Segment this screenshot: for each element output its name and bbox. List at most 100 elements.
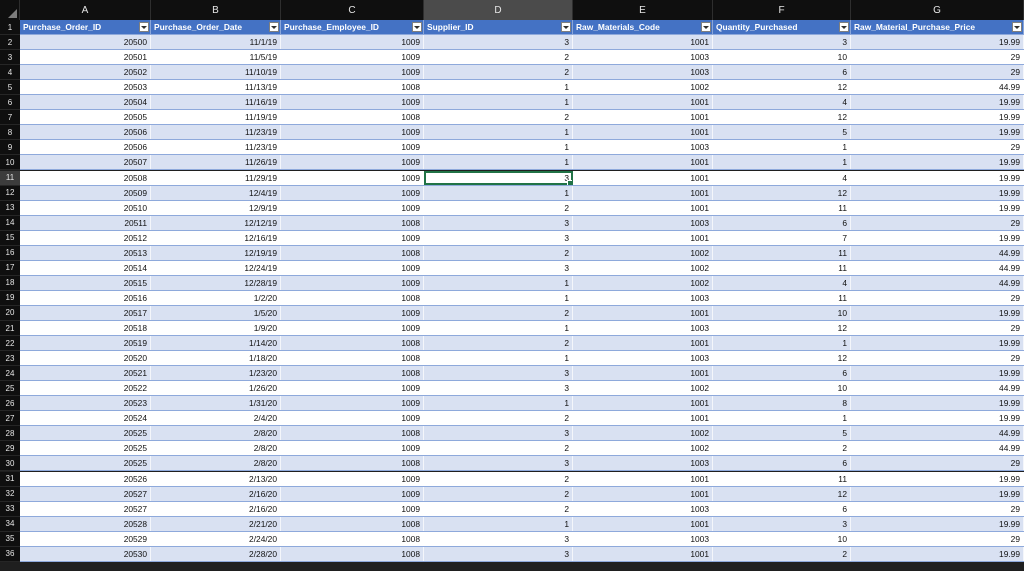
table-cell[interactable]: 29 [851,456,1024,471]
table-cell[interactable]: 1002 [573,381,713,396]
header-cell[interactable]: Supplier_ID [424,20,573,35]
row-number[interactable]: 30 [0,456,20,472]
row-number[interactable]: 17 [0,260,20,276]
table-cell[interactable]: 19.99 [851,185,1024,200]
table-cell[interactable]: 1003 [573,531,713,546]
table-cell[interactable]: 12 [713,185,851,200]
table-cell[interactable]: 11 [713,290,851,305]
table-cell[interactable]: 20524 [20,411,151,426]
table-cell[interactable]: 1009 [281,155,424,170]
table-cell[interactable]: 2 [424,336,573,351]
table-cell[interactable]: 29 [851,50,1024,65]
table-cell[interactable]: 4 [713,275,851,290]
table-cell[interactable]: 3 [424,426,573,441]
table-cell[interactable]: 1009 [281,305,424,320]
table-cell[interactable]: 1002 [573,245,713,260]
row-number[interactable]: 26 [0,396,20,412]
table-cell[interactable]: 6 [713,456,851,471]
header-cell[interactable]: Purchase_Order_ID [20,20,151,35]
table-cell[interactable]: 1/9/20 [151,321,281,336]
row-number[interactable]: 19 [0,290,20,306]
row-number[interactable]: 22 [0,336,20,352]
row-number[interactable]: 28 [0,426,20,442]
table-cell[interactable]: 1 [424,321,573,336]
table-cell[interactable]: 3 [713,516,851,531]
header-cell[interactable]: Raw_Materials_Code [573,20,713,35]
table-cell[interactable]: 1 [424,125,573,140]
table-cell[interactable]: 44.99 [851,260,1024,275]
table-cell[interactable]: 3 [424,381,573,396]
table-cell[interactable]: 3 [424,366,573,381]
table-cell[interactable]: 1 [713,155,851,170]
table-cell[interactable]: 2/16/20 [151,486,281,501]
table-cell[interactable]: 19.99 [851,366,1024,381]
table-cell[interactable]: 19.99 [851,411,1024,426]
table-cell[interactable]: 1 [424,396,573,411]
table-cell[interactable]: 20511 [20,215,151,230]
filter-dropdown-icon[interactable] [1012,22,1022,32]
table-cell[interactable]: 2 [424,441,573,456]
table-cell[interactable]: 2 [424,471,573,486]
table-cell[interactable]: 1002 [573,260,713,275]
column-header-b[interactable]: B [151,0,281,20]
table-cell[interactable]: 44.99 [851,245,1024,260]
row-number[interactable]: 18 [0,275,20,291]
row-number[interactable]: 33 [0,501,20,517]
table-cell[interactable]: 12/4/19 [151,185,281,200]
table-cell[interactable]: 1009 [281,381,424,396]
table-cell[interactable]: 19.99 [851,95,1024,110]
table-cell[interactable]: 1009 [281,125,424,140]
table-cell[interactable]: 3 [424,35,573,50]
table-cell[interactable]: 11 [713,200,851,215]
table-cell[interactable]: 11/13/19 [151,80,281,95]
active-cell[interactable]: 3 [424,170,573,185]
row-number[interactable]: 21 [0,321,20,337]
table-cell[interactable]: 12 [713,486,851,501]
table-cell[interactable]: 1009 [281,140,424,155]
table-cell[interactable]: 1001 [573,486,713,501]
row-number[interactable]: 10 [0,155,20,171]
table-cell[interactable]: 1003 [573,456,713,471]
table-cell[interactable]: 19.99 [851,336,1024,351]
table-cell[interactable]: 1/2/20 [151,290,281,305]
table-cell[interactable]: 11 [713,260,851,275]
table-cell[interactable]: 3 [424,230,573,245]
row-number[interactable]: 7 [0,110,20,126]
table-cell[interactable]: 29 [851,215,1024,230]
table-cell[interactable]: 20505 [20,110,151,125]
table-cell[interactable]: 3 [424,456,573,471]
table-cell[interactable]: 1008 [281,215,424,230]
table-cell[interactable]: 20515 [20,275,151,290]
row-number[interactable]: 29 [0,441,20,457]
table-cell[interactable]: 1009 [281,170,424,185]
table-cell[interactable]: 1001 [573,200,713,215]
column-header-c[interactable]: C [281,0,424,20]
table-cell[interactable]: 1008 [281,110,424,125]
row-number[interactable]: 36 [0,546,20,562]
table-cell[interactable]: 2/4/20 [151,411,281,426]
table-cell[interactable]: 44.99 [851,426,1024,441]
table-cell[interactable]: 29 [851,290,1024,305]
table-cell[interactable]: 6 [713,366,851,381]
row-number[interactable]: 6 [0,95,20,111]
row-number[interactable]: 32 [0,486,20,502]
table-cell[interactable]: 19.99 [851,200,1024,215]
column-header-a[interactable]: A [20,0,151,20]
table-cell[interactable]: 11/5/19 [151,50,281,65]
table-cell[interactable]: 20517 [20,305,151,320]
table-cell[interactable]: 19.99 [851,155,1024,170]
table-cell[interactable]: 1001 [573,411,713,426]
header-cell[interactable]: Quantity_Purchased [713,20,851,35]
table-cell[interactable]: 6 [713,65,851,80]
filter-dropdown-icon[interactable] [139,22,149,32]
table-cell[interactable]: 1003 [573,140,713,155]
table-cell[interactable]: 1001 [573,125,713,140]
table-cell[interactable]: 1001 [573,35,713,50]
table-cell[interactable]: 1009 [281,185,424,200]
table-cell[interactable]: 1003 [573,351,713,366]
table-cell[interactable]: 20503 [20,80,151,95]
table-cell[interactable]: 20516 [20,290,151,305]
table-cell[interactable]: 1 [424,95,573,110]
table-cell[interactable]: 1 [424,516,573,531]
table-cell[interactable]: 1003 [573,501,713,516]
